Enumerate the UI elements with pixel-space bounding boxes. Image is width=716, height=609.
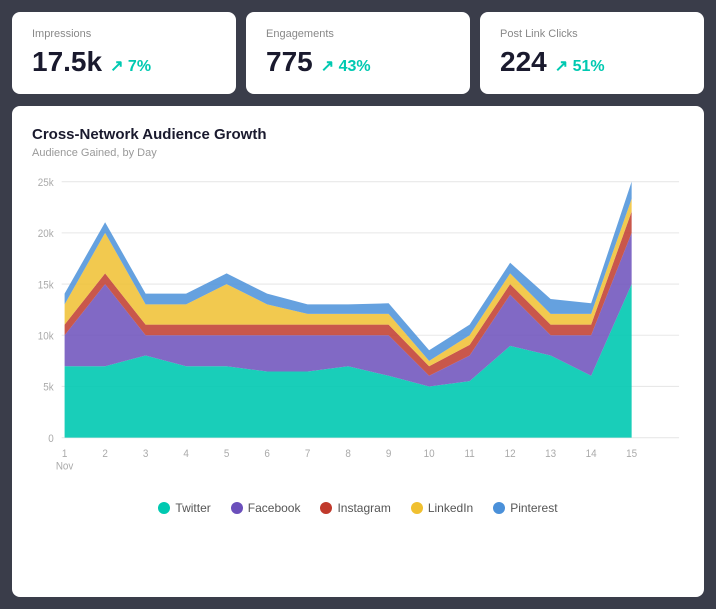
svg-text:7: 7 (305, 449, 311, 460)
impressions-card: Impressions 17.5k ↗ 7% (12, 12, 236, 94)
chart-title: Cross-Network Audience Growth (32, 126, 684, 143)
linkedin-label: LinkedIn (428, 501, 473, 515)
svg-text:12: 12 (505, 449, 516, 460)
instagram-dot (320, 502, 332, 514)
impressions-change: ↗ 7% (110, 56, 151, 76)
legend-pinterest: Pinterest (493, 501, 557, 515)
svg-text:10: 10 (424, 449, 435, 460)
facebook-dot (231, 502, 243, 514)
post-link-clicks-card: Post Link Clicks 224 ↗ 51% (480, 12, 704, 94)
twitter-label: Twitter (175, 501, 210, 515)
post-link-clicks-change: ↗ 51% (555, 56, 605, 76)
svg-text:5: 5 (224, 449, 230, 460)
instagram-label: Instagram (337, 501, 390, 515)
svg-text:6: 6 (264, 449, 270, 460)
chart-legend: Twitter Facebook Instagram LinkedIn Pint… (32, 501, 684, 515)
linkedin-dot (411, 502, 423, 514)
svg-text:10k: 10k (38, 331, 55, 342)
chart-svg: 25k 20k 15k 10k 5k 0 1 2 3 4 5 6 7 8 9 1… (32, 171, 684, 491)
svg-text:Nov: Nov (56, 461, 74, 472)
twitter-dot (158, 502, 170, 514)
chart-subtitle: Audience Gained, by Day (32, 147, 684, 159)
chart-area: 25k 20k 15k 10k 5k 0 1 2 3 4 5 6 7 8 9 1… (32, 171, 684, 491)
post-link-clicks-label: Post Link Clicks (500, 28, 684, 40)
pinterest-label: Pinterest (510, 501, 557, 515)
post-link-clicks-value: 224 (500, 46, 547, 78)
svg-text:11: 11 (465, 449, 476, 460)
svg-text:15: 15 (626, 449, 637, 460)
svg-text:3: 3 (143, 449, 149, 460)
engagements-label: Engagements (266, 28, 450, 40)
impressions-label: Impressions (32, 28, 216, 40)
legend-instagram: Instagram (320, 501, 390, 515)
svg-text:2: 2 (102, 449, 108, 460)
legend-facebook: Facebook (231, 501, 301, 515)
impressions-value: 17.5k (32, 46, 102, 78)
svg-text:1: 1 (62, 449, 68, 460)
svg-text:5k: 5k (43, 382, 54, 393)
pinterest-dot (493, 502, 505, 514)
svg-text:25k: 25k (38, 178, 55, 189)
svg-text:15k: 15k (38, 280, 55, 291)
facebook-label: Facebook (248, 501, 301, 515)
chart-card: Cross-Network Audience Growth Audience G… (12, 106, 704, 597)
svg-text:13: 13 (545, 449, 556, 460)
svg-text:8: 8 (345, 449, 351, 460)
metrics-row: Impressions 17.5k ↗ 7% Engagements 775 ↗… (12, 12, 704, 94)
legend-twitter: Twitter (158, 501, 210, 515)
legend-linkedin: LinkedIn (411, 501, 473, 515)
engagements-card: Engagements 775 ↗ 43% (246, 12, 470, 94)
svg-text:20k: 20k (38, 229, 55, 240)
svg-text:4: 4 (183, 449, 189, 460)
svg-text:14: 14 (586, 449, 597, 460)
svg-text:0: 0 (48, 434, 54, 445)
svg-text:9: 9 (386, 449, 392, 460)
engagements-value: 775 (266, 46, 313, 78)
engagements-change: ↗ 43% (321, 56, 371, 76)
